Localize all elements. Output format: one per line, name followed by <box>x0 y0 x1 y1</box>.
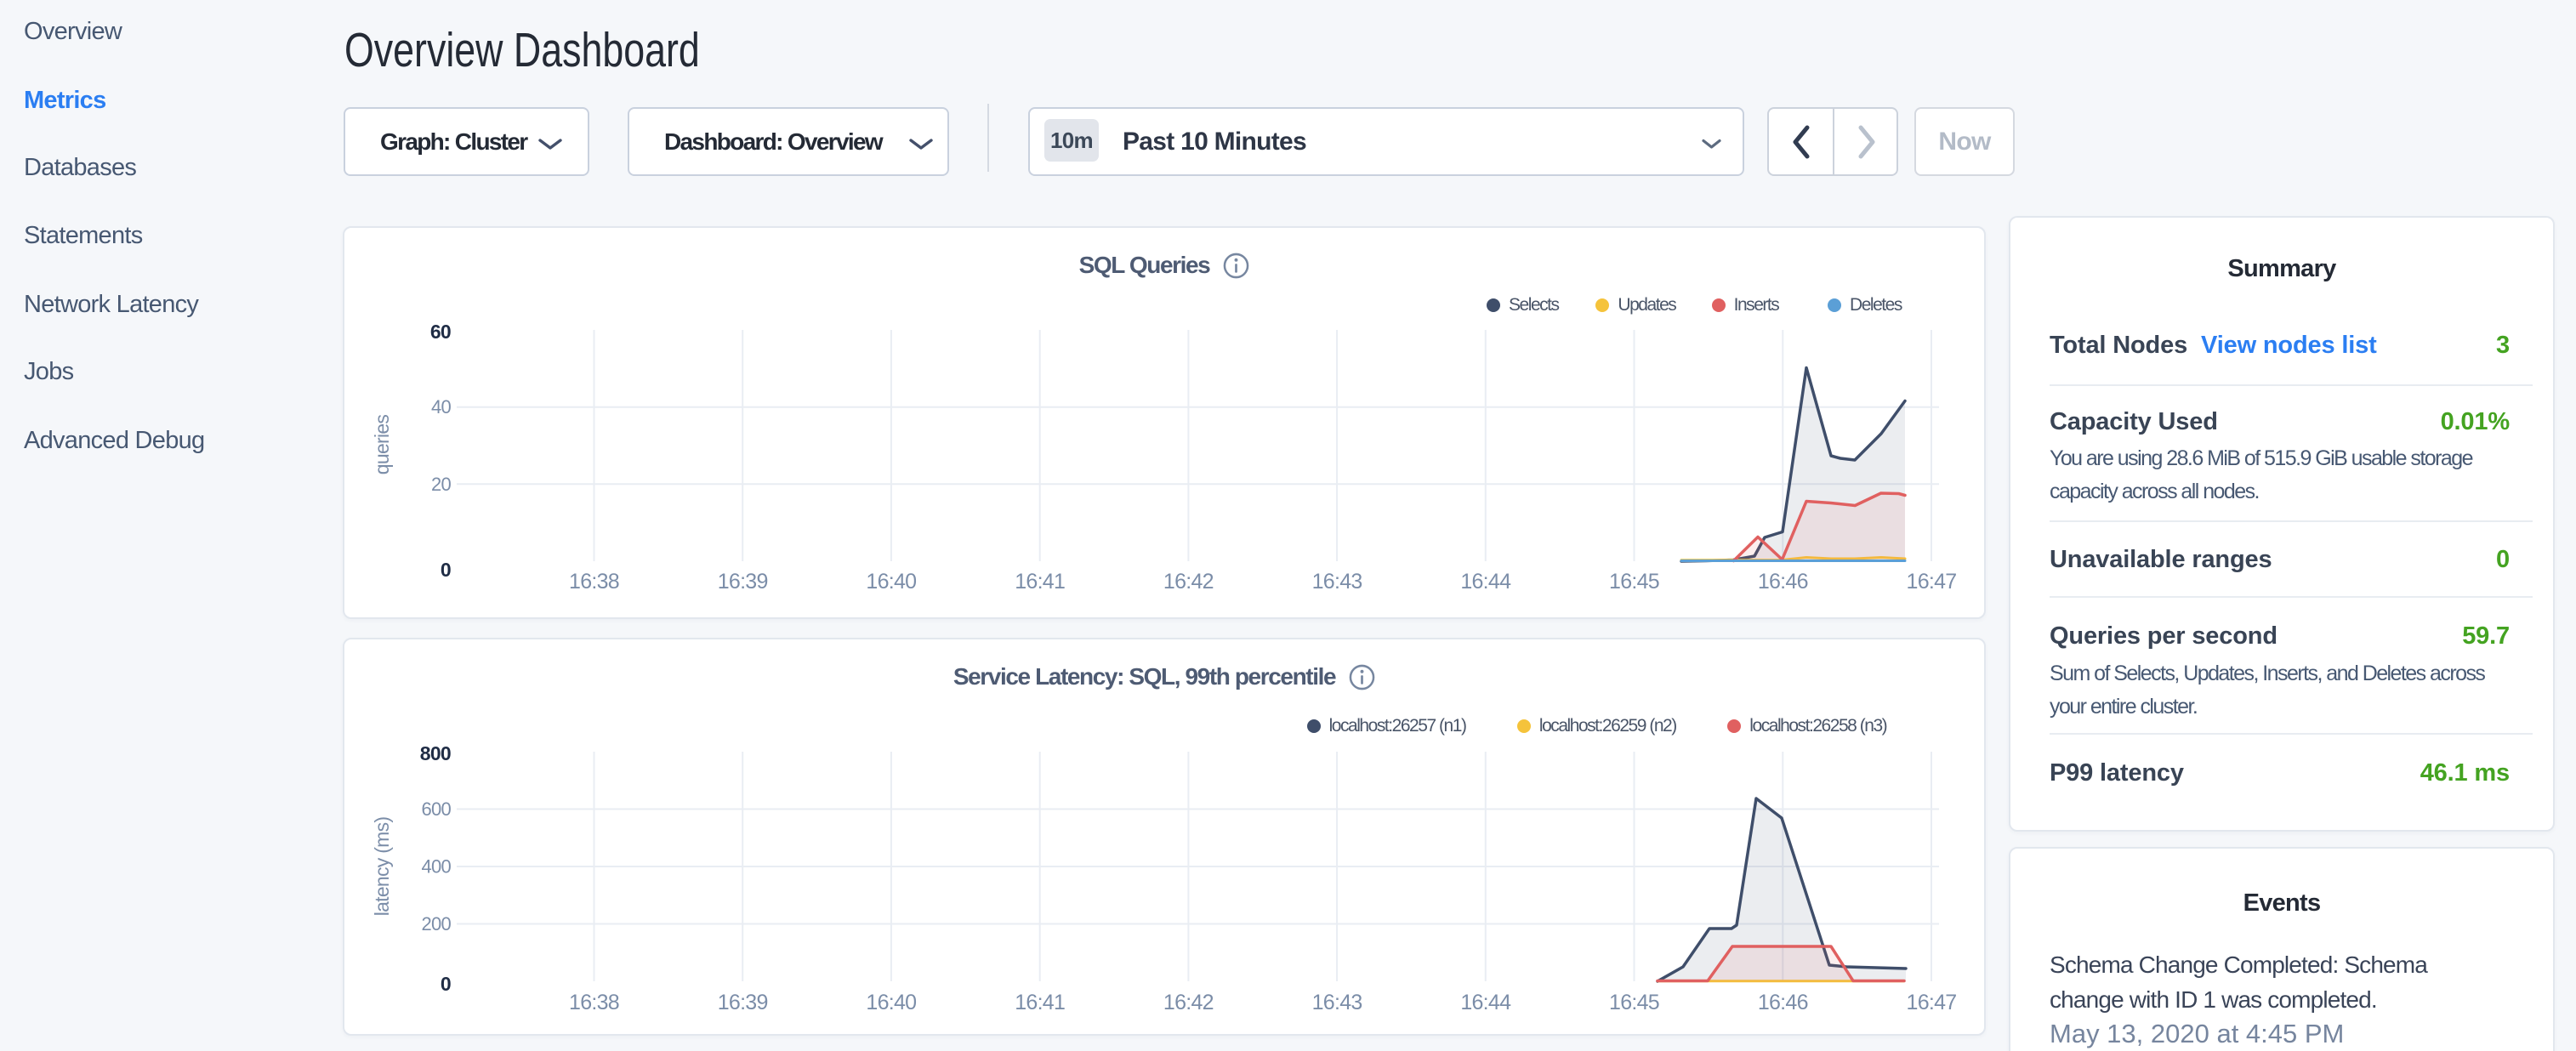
svg-text:16:45: 16:45 <box>1609 570 1659 594</box>
svg-text:16:46: 16:46 <box>1758 991 1808 1014</box>
svg-text:16:42: 16:42 <box>1163 991 1214 1014</box>
svg-text:16:46: 16:46 <box>1758 570 1808 594</box>
svg-text:0: 0 <box>441 559 451 581</box>
svg-text:400: 400 <box>421 856 451 878</box>
svg-text:16:43: 16:43 <box>1312 991 1362 1014</box>
svg-text:20: 20 <box>431 474 452 495</box>
svg-text:40: 40 <box>431 396 452 418</box>
svg-text:60: 60 <box>430 321 451 343</box>
svg-text:16:40: 16:40 <box>866 991 916 1014</box>
svg-text:16:38: 16:38 <box>569 991 619 1014</box>
svg-text:16:44: 16:44 <box>1460 991 1511 1014</box>
svg-text:16:41: 16:41 <box>1015 570 1065 594</box>
svg-text:200: 200 <box>421 913 451 935</box>
svg-text:16:45: 16:45 <box>1609 991 1659 1014</box>
svg-text:latency (ms): latency (ms) <box>371 817 393 917</box>
svg-text:600: 600 <box>421 798 451 820</box>
svg-text:16:44: 16:44 <box>1460 570 1511 594</box>
svg-text:16:39: 16:39 <box>718 991 768 1014</box>
svg-text:queries: queries <box>371 415 393 475</box>
svg-text:16:42: 16:42 <box>1163 570 1214 594</box>
svg-text:16:41: 16:41 <box>1015 991 1065 1014</box>
svg-text:16:38: 16:38 <box>569 570 619 594</box>
svg-text:16:39: 16:39 <box>718 570 768 594</box>
svg-text:16:40: 16:40 <box>866 570 916 594</box>
svg-text:0: 0 <box>441 973 451 995</box>
svg-text:16:43: 16:43 <box>1312 570 1362 594</box>
svg-text:16:47: 16:47 <box>1907 991 1957 1014</box>
svg-text:800: 800 <box>420 742 451 764</box>
svg-text:16:47: 16:47 <box>1907 570 1957 594</box>
